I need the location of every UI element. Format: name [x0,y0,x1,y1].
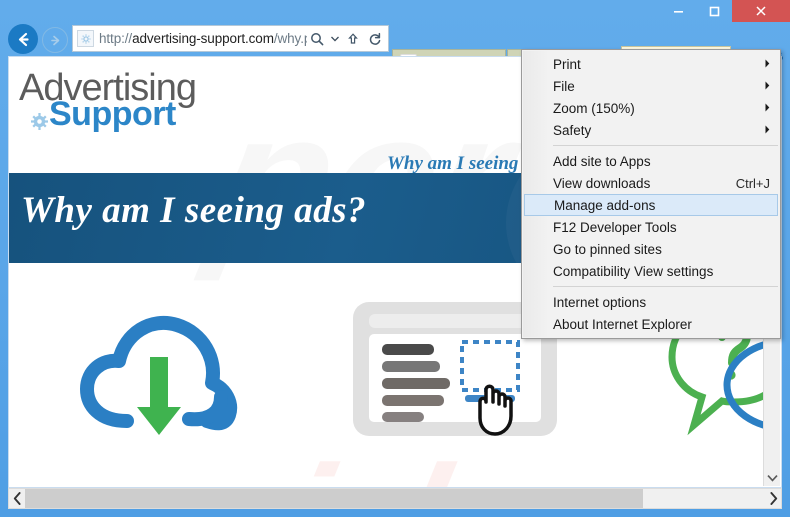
submenu-arrow-icon [765,59,770,70]
menu-item-safety[interactable]: Safety [522,119,780,141]
menu-item-print[interactable]: Print [522,53,780,75]
menu-item-go-to-pinned-sites[interactable]: Go to pinned sites [522,238,780,260]
gear-icon [31,113,48,133]
menu-item-label: Manage add-ons [554,197,656,213]
menu-separator [553,145,778,146]
horizontal-scroll-thumb[interactable] [25,489,643,508]
logo-line-2: Support [49,95,176,133]
menu-item-label: Print [553,56,581,72]
menu-item-label: Add site to Apps [553,153,651,169]
menu-item-label: Safety [553,122,592,138]
url-path: /why.php [273,31,307,46]
cloud-download-icon [80,315,237,435]
menu-item-add-site-to-apps[interactable]: Add site to Apps [522,150,780,172]
menu-item-label: Zoom (150%) [553,100,635,116]
scroll-left-arrow-icon[interactable] [9,489,25,508]
menu-separator [553,286,778,287]
title-bar [0,0,790,22]
menu-item-label: View downloads [553,175,651,191]
address-bar[interactable]: http://advertising-support.com/why.php [72,25,389,52]
menu-item-internet-options[interactable]: Internet options [522,291,780,313]
header-tagline: Why am I seeing [387,153,519,174]
tools-context-menu: Print File Zoom (150%) Safety Add site to Ap… [521,49,781,339]
menu-item-label: Compatibility View settings [553,263,714,279]
menu-item-label: Internet options [553,294,647,310]
submenu-arrow-icon [765,103,770,114]
window-controls [660,0,790,22]
minimize-button[interactable] [660,0,696,22]
maximize-button[interactable] [696,0,732,22]
menu-item-about-internet-explorer[interactable]: About Internet Explorer [522,313,780,335]
scroll-right-arrow-icon[interactable] [765,489,781,508]
address-bar-tools [307,27,388,51]
menu-item-label: F12 Developer Tools [553,219,677,235]
menu-item-compatibility-view-settings[interactable]: Compatibility View settings [522,260,780,282]
menu-item-label: About Internet Explorer [553,316,692,332]
scroll-down-arrow-icon[interactable] [764,469,780,486]
menu-item-zoom-150[interactable]: Zoom (150%) [522,97,780,119]
address-input[interactable]: http://advertising-support.com/why.php [99,31,307,46]
menu-item-f12-developer-tools[interactable]: F12 Developer Tools [522,216,780,238]
site-logo: Advertising Support [19,69,197,133]
url-scheme: http:// [99,31,133,46]
menu-item-manage-add-ons[interactable]: Manage add-ons [524,194,778,216]
menu-item-file[interactable]: File [522,75,780,97]
url-host: advertising-support.com [132,31,274,46]
refresh-icon[interactable] [365,27,385,51]
horizontal-scrollbar[interactable] [8,488,782,509]
forward-button[interactable] [42,27,68,53]
menu-item-view-downloads[interactable]: View downloads Ctrl+J [522,172,780,194]
chevron-down-icon[interactable] [329,27,341,51]
menu-item-shortcut: Ctrl+J [735,175,770,191]
site-favicon-icon [77,30,94,47]
page-title: Why am I seeing ads? [21,190,367,231]
search-icon[interactable] [307,27,327,51]
back-button[interactable] [8,24,38,54]
menu-item-label: Go to pinned sites [553,241,662,257]
menu-items-container: Print File Zoom (150%) Safety Add site to Ap… [522,53,780,335]
submenu-arrow-icon [765,81,770,92]
compatibility-view-icon[interactable] [343,27,363,51]
browser-window: http://advertising-support.com/why.php [0,0,790,517]
close-button[interactable] [732,0,790,22]
submenu-arrow-icon [765,125,770,136]
menu-item-label: File [553,78,575,94]
